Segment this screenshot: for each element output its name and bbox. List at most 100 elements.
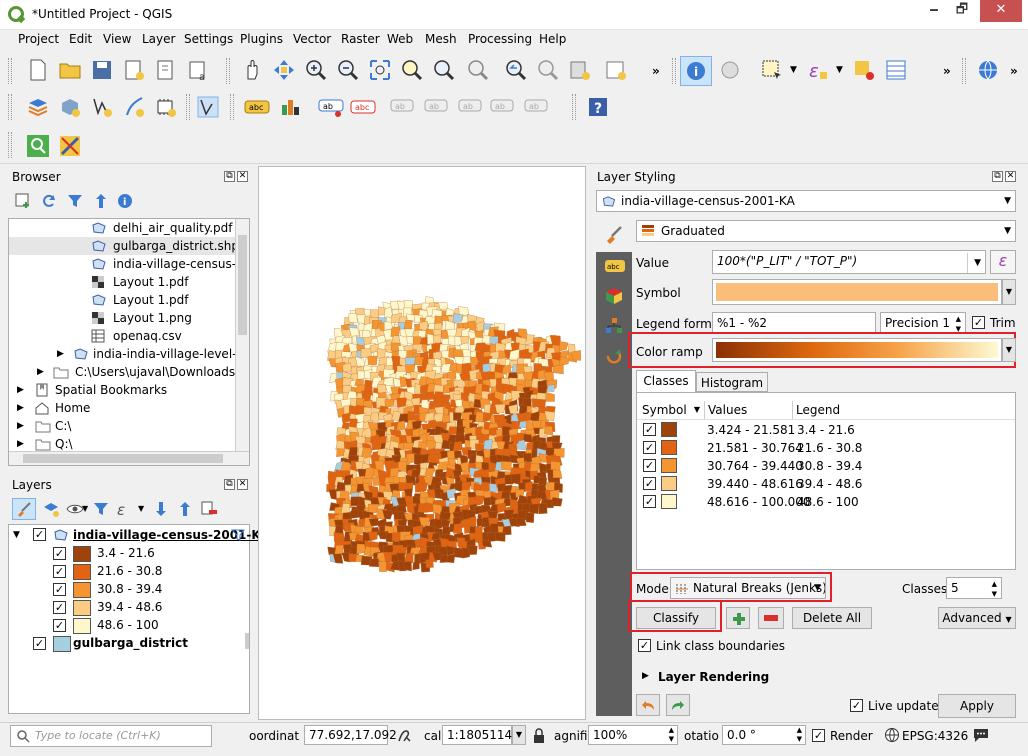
link-boundaries-checkbox[interactable]: ✓ [638, 639, 651, 652]
remove-class-button[interactable] [758, 607, 784, 629]
toolbar-handle[interactable] [230, 94, 234, 120]
toolbar-overflow-chevron[interactable]: » [943, 64, 951, 78]
symbol-dropdown-button[interactable]: ▼ [1002, 279, 1016, 305]
menu-layer[interactable]: Layer [142, 32, 175, 46]
expression-filter-chevron[interactable]: ▼ [138, 504, 144, 513]
collapse-all-icon[interactable] [176, 500, 194, 518]
collapse-all-icon[interactable] [92, 192, 110, 210]
zoom-to-selection-icon[interactable] [400, 58, 424, 82]
filter-legend-icon[interactable] [92, 500, 110, 518]
style-manager-icon[interactable]: a [186, 58, 210, 82]
advanced-button[interactable]: Advanced ▼ [938, 607, 1016, 629]
color-ramp-dropdown-button[interactable]: ▼ [1002, 338, 1016, 362]
zoom-out-icon[interactable] [336, 58, 360, 82]
class-row-legend[interactable]: 21.6 - 30.8 [797, 439, 862, 457]
vertical-scrollbar[interactable] [235, 219, 249, 451]
tab-classes[interactable]: Classes [636, 370, 696, 392]
coordinate-toggle-icon[interactable] [396, 727, 414, 745]
new-geopackage-layer-icon[interactable] [58, 95, 82, 119]
expression-builder-button[interactable]: ε [990, 250, 1016, 274]
labels-tab-icon[interactable]: abc [604, 258, 626, 274]
crs-globe-icon[interactable] [884, 727, 900, 743]
select-features-icon[interactable] [760, 58, 784, 82]
toolbar-handle[interactable] [186, 94, 190, 120]
classes-spinbox[interactable]: 5 ▲ ▼ [946, 577, 1002, 599]
layer-name-gulbarga-district[interactable]: gulbarga_district [73, 634, 188, 652]
menu-project[interactable]: Project [18, 32, 59, 46]
trim-checkbox[interactable]: ✓ [972, 316, 985, 329]
layer-rendering-expand-icon[interactable]: ▶ [642, 671, 649, 681]
zoom-native-icon[interactable] [466, 58, 490, 82]
class-checkbox[interactable]: ✓ [53, 565, 66, 578]
styling-dock-buttons[interactable]: ⧉ ✕ [992, 171, 1020, 183]
identify-tool-button[interactable]: i [680, 56, 712, 86]
diagram-toolbar-icon[interactable] [278, 95, 302, 119]
class-row-values[interactable]: 3.424 - 21.581 [707, 421, 795, 439]
new-project-icon[interactable] [26, 58, 50, 82]
label-pin-icon[interactable]: ab [318, 98, 344, 118]
menu-processing[interactable]: Processing [468, 32, 532, 46]
menu-view[interactable]: View [103, 32, 131, 46]
history-tab-icon[interactable] [604, 346, 624, 366]
magnifier-spinbox[interactable]: 100% ▲ ▼ [588, 725, 678, 745]
expand-arrow-icon[interactable]: ▶ [17, 399, 24, 417]
class-row-values[interactable]: 21.581 - 30.764 [707, 439, 803, 457]
scrollbar-thumb[interactable] [23, 454, 223, 463]
precision-spinbox[interactable]: Precision 1 ▲ ▼ [880, 312, 966, 334]
info-icon[interactable]: i [116, 192, 134, 210]
messages-icon[interactable] [972, 727, 990, 743]
class-row-values[interactable]: 30.764 - 39.440 [707, 457, 803, 475]
toolbar-handle[interactable] [572, 94, 576, 120]
visibility-dropdown-chevron[interactable]: ▼ [82, 504, 88, 513]
expand-arrow-icon[interactable]: ▶ [37, 363, 44, 381]
class-row-legend[interactable]: 30.8 - 39.4 [797, 457, 862, 475]
zoom-full-icon[interactable] [368, 58, 392, 82]
rotation-spinbox[interactable]: 0.0 ° ▲ ▼ [722, 725, 806, 745]
expand-all-icon[interactable] [152, 500, 170, 518]
menu-plugins[interactable]: Plugins [240, 32, 283, 46]
expand-arrow-icon[interactable]: ▶ [17, 381, 24, 399]
label-rotate-icon[interactable]: ab [458, 98, 484, 120]
layer-filter-icon[interactable] [231, 528, 245, 542]
map-canvas[interactable] [258, 166, 586, 720]
expand-arrow-icon[interactable]: ▶ [57, 345, 64, 363]
precision-stepper-icon[interactable]: ▲ ▼ [956, 314, 961, 333]
toolbar-handle[interactable] [226, 58, 230, 84]
layout-manager-icon[interactable] [154, 58, 178, 82]
symbology-tab[interactable] [596, 216, 632, 252]
toolbar-overflow-chevron[interactable]: » [1010, 64, 1018, 78]
renderer-chevron[interactable]: ▼ [1004, 221, 1011, 241]
column-header-legend[interactable]: Legend [793, 401, 1013, 419]
column-header-values[interactable]: Values [705, 401, 793, 419]
menu-web[interactable]: Web [387, 32, 413, 46]
value-expression-field[interactable]: 100*("P_LIT" / "TOT_P") ▼ [712, 250, 986, 274]
label-highlight-icon[interactable]: abc [350, 98, 376, 116]
new-map-view-icon[interactable] [568, 58, 592, 82]
class-row-swatch[interactable] [661, 494, 677, 509]
class-row-swatch[interactable] [661, 476, 677, 491]
classification-mode-combo[interactable]: Natural Breaks (Jenks) ▼ [670, 577, 826, 599]
class-row-checkbox[interactable]: ✓ [643, 495, 656, 508]
class-row-values[interactable]: 48.616 - 100.000 [707, 493, 811, 511]
data-source-manager-icon[interactable] [26, 95, 50, 119]
class-row-legend[interactable]: 3.4 - 21.6 [797, 421, 855, 439]
help-icon[interactable]: ? [586, 95, 610, 119]
coordinate-field[interactable]: 77.692,17.092 [304, 725, 397, 745]
splitter-handle[interactable] [245, 633, 249, 649]
browser-item-selected[interactable]: gulbarga_district.shp [9, 237, 249, 255]
rotation-stepper-icon[interactable]: ▲ ▼ [797, 726, 802, 744]
classes-stepper-icon[interactable]: ▲ ▼ [992, 579, 997, 598]
menu-mesh[interactable]: Mesh [425, 32, 457, 46]
plugin-globe-icon[interactable] [976, 58, 1000, 82]
deselect-all-icon[interactable] [852, 58, 876, 82]
add-selected-layers-icon[interactable] [14, 192, 32, 210]
add-class-button[interactable] [726, 607, 750, 629]
scrollbar-thumb[interactable] [238, 235, 247, 335]
class-checkbox[interactable]: ✓ [53, 619, 66, 632]
toolbar-handle[interactable] [962, 58, 966, 84]
menu-raster[interactable]: Raster [341, 32, 380, 46]
select-by-expression-icon[interactable]: ε [806, 58, 830, 82]
toolbar-overflow-chevron[interactable]: » [652, 64, 660, 78]
tab-histogram[interactable]: Histogram [696, 372, 768, 392]
layer-rendering-section[interactable]: Layer Rendering [658, 670, 769, 684]
